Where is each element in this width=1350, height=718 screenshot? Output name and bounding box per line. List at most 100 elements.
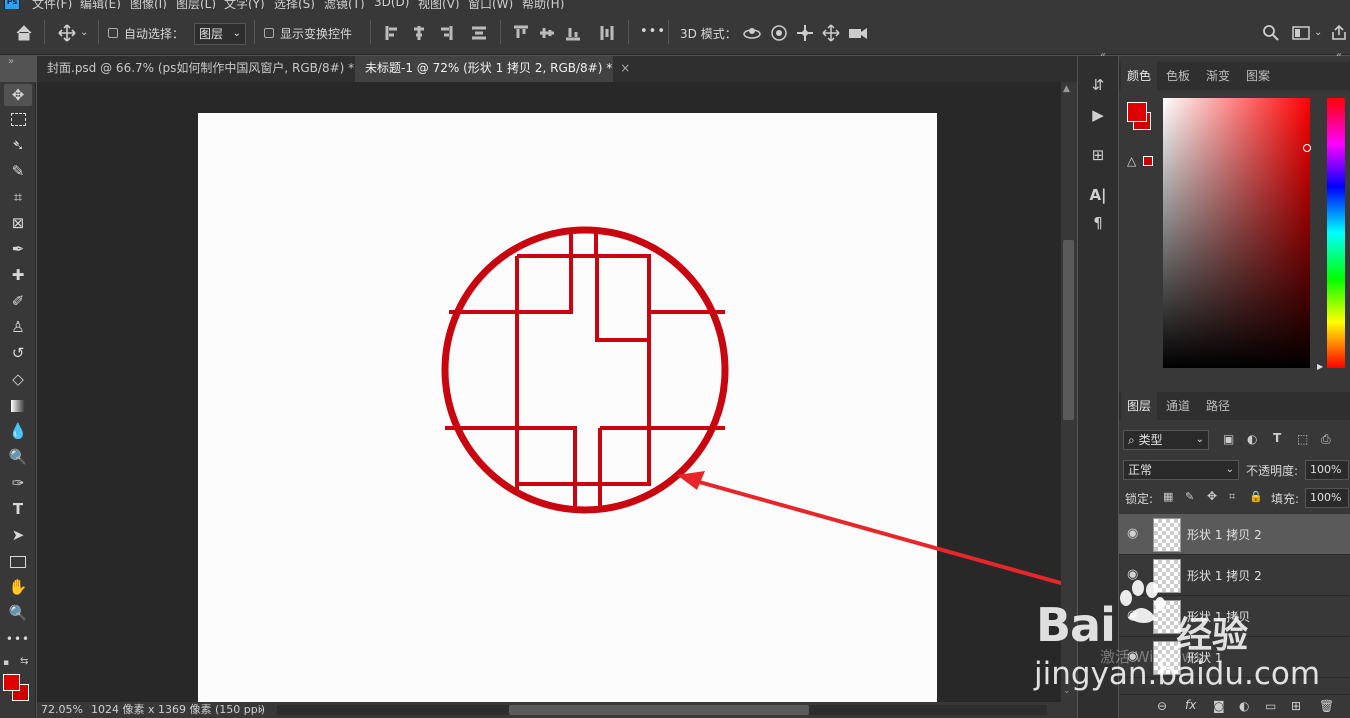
photoshop-logo[interactable]: Ps <box>4 0 20 9</box>
align-top-icon[interactable] <box>512 24 530 42</box>
frame-tool-icon[interactable]: ⊠ <box>4 212 32 234</box>
chevron-down-icon[interactable]: ⌄ <box>1314 25 1322 41</box>
canvas-area[interactable] <box>37 82 1061 702</box>
character-icon[interactable]: A| <box>1086 184 1110 206</box>
lock-position-icon[interactable]: ✥ <box>1207 489 1217 503</box>
fill-input[interactable]: 100% <box>1305 488 1349 508</box>
move-tool-icon[interactable]: ✥ <box>4 84 32 106</box>
layer-name[interactable]: 形状 1 拷贝 2 <box>1187 567 1262 584</box>
pen-tool-icon[interactable]: ✑ <box>4 472 32 494</box>
align-left-icon[interactable] <box>384 24 402 42</box>
tab-channels[interactable]: 通道 <box>1159 392 1197 420</box>
filter-type-icon[interactable]: T <box>1273 431 1281 445</box>
tab-cover-psd[interactable]: 封面.psd @ 66.7% (ps如何制作中国风窗户, RGB/8#) *× <box>37 56 372 82</box>
zoom-tool-icon[interactable]: 🔍 <box>4 602 32 624</box>
3d-camera-icon[interactable] <box>848 24 868 42</box>
filter-adjustment-icon[interactable]: ◐ <box>1247 432 1257 446</box>
tab-paths[interactable]: 路径 <box>1199 392 1237 420</box>
lasso-tool-icon[interactable]: ➴ <box>4 134 32 156</box>
tab-layers[interactable]: 图层 <box>1121 392 1157 420</box>
auto-select-dropdown[interactable]: 图层 ⌄ <box>194 23 246 45</box>
brush-tool-icon[interactable]: ✐ <box>4 290 32 312</box>
align-middle-v-icon[interactable] <box>538 24 556 42</box>
move-tool-icon[interactable] <box>58 24 76 42</box>
toolbar-collapse-icon[interactable]: » <box>8 56 14 67</box>
blend-mode-dropdown[interactable]: 正常 ⌄ <box>1123 460 1239 480</box>
menu-file[interactable]: 文件(F) <box>32 0 72 9</box>
eraser-tool-icon[interactable]: ◇ <box>4 368 32 390</box>
more-tools-icon[interactable]: ••• <box>4 628 32 650</box>
tab-color[interactable]: 颜色 <box>1121 62 1157 90</box>
menu-window[interactable]: 窗口(W) <box>468 0 513 9</box>
tab-untitled-1[interactable]: 未标题-1 @ 72% (形状 1 拷贝 2, RGB/8#) * × <box>355 56 630 82</box>
lock-all-icon[interactable]: 🔒 <box>1249 490 1263 503</box>
zoom-level[interactable]: 72.05% <box>41 702 83 718</box>
color-picker-cursor[interactable] <box>1303 144 1311 152</box>
mask-icon[interactable]: ◙ <box>1213 699 1225 713</box>
show-transform-checkbox[interactable] <box>264 28 274 38</box>
menu-filter[interactable]: 滤镜(T) <box>324 0 365 9</box>
filter-pixel-icon[interactable]: ▣ <box>1223 432 1234 446</box>
filter-smart-object-icon[interactable]: ⎙ <box>1321 432 1331 447</box>
tab-gradients[interactable]: 渐变 <box>1199 62 1237 90</box>
more-options-icon[interactable]: ••• <box>640 24 666 39</box>
align-right-icon[interactable] <box>436 24 454 42</box>
search-icon[interactable] <box>1262 24 1280 42</box>
dodge-tool-icon[interactable]: 🔍 <box>4 446 32 468</box>
3d-pan-icon[interactable] <box>796 24 814 42</box>
healing-brush-icon[interactable]: ✚ <box>4 264 32 286</box>
history-brush-icon[interactable]: ↺ <box>4 342 32 364</box>
clone-stamp-icon[interactable]: ♙ <box>4 316 32 338</box>
vertical-scroll-thumb[interactable] <box>1063 240 1074 420</box>
status-menu-arrow[interactable]: › <box>259 702 263 718</box>
3d-orbit-icon[interactable] <box>742 24 762 42</box>
layer-row[interactable]: ◉ 形状 1 拷贝 2 <box>1119 514 1350 555</box>
menu-select[interactable]: 选择(S) <box>274 0 315 9</box>
home-icon[interactable] <box>14 23 34 43</box>
play-actions-icon[interactable]: ▶ <box>1086 104 1110 126</box>
folder-icon[interactable]: ▭ <box>1265 699 1276 713</box>
3d-roll-icon[interactable] <box>770 24 788 42</box>
eyedropper-tool-icon[interactable]: ✒ <box>4 238 32 260</box>
new-layer-icon[interactable]: ⊞ <box>1291 699 1301 713</box>
properties-icon[interactable]: ⊞ <box>1086 144 1110 166</box>
foreground-color-swatch[interactable] <box>1127 102 1147 122</box>
rectangle-tool-icon[interactable] <box>4 550 32 572</box>
lock-transparent-icon[interactable]: ▦ <box>1163 490 1173 503</box>
crop-tool-icon[interactable]: ⌗ <box>4 186 32 208</box>
lock-image-icon[interactable]: ✎ <box>1185 490 1194 503</box>
close-icon[interactable]: × <box>620 61 630 75</box>
workspace-icon[interactable] <box>1292 24 1310 42</box>
link-icon[interactable]: ⊖ <box>1157 699 1167 713</box>
history-icon[interactable]: ⇵ <box>1086 74 1110 96</box>
scroll-up-icon[interactable]: ▲ <box>1063 84 1070 94</box>
align-bottom-icon[interactable] <box>564 24 582 42</box>
opacity-input[interactable]: 100% <box>1305 460 1349 480</box>
blur-tool-icon[interactable]: 💧 <box>4 420 32 442</box>
hue-slider-handle[interactable]: ▶ <box>1317 362 1323 371</box>
gradient-tool-icon[interactable] <box>4 394 32 416</box>
filter-shape-icon[interactable]: ⬚ <box>1297 432 1308 446</box>
hue-slider[interactable] <box>1327 98 1345 368</box>
trash-icon[interactable]: 🗑 <box>1319 699 1334 713</box>
distribute-vertical-icon[interactable] <box>598 24 616 42</box>
type-tool-icon[interactable]: T <box>4 498 32 520</box>
chevron-down-icon[interactable]: ⌄ <box>80 25 88 41</box>
menu-view[interactable]: 视图(V) <box>418 0 460 9</box>
menu-type[interactable]: 文字(Y) <box>224 0 265 9</box>
tab-patterns[interactable]: 图案 <box>1239 62 1277 90</box>
lock-artboard-icon[interactable]: ⌗ <box>1229 490 1235 504</box>
marquee-tool-icon[interactable] <box>4 108 32 130</box>
foreground-color-swatch[interactable] <box>3 674 20 691</box>
quick-select-tool-icon[interactable]: ✎ <box>4 160 32 182</box>
hand-tool-icon[interactable]: ✋ <box>4 576 32 598</box>
color-picker-field[interactable] <box>1163 98 1310 368</box>
adjustment-icon[interactable]: ◐ <box>1239 699 1249 713</box>
fx-icon[interactable]: fx <box>1185 698 1196 712</box>
paragraph-icon[interactable]: ¶ <box>1086 212 1110 234</box>
window-lattice-artwork[interactable] <box>37 82 1061 702</box>
path-select-icon[interactable]: ➤ <box>4 524 32 546</box>
align-center-h-icon[interactable] <box>410 24 428 42</box>
layer-filter-dropdown[interactable]: ⌕ 类型 ⌄ <box>1123 430 1209 450</box>
menu-3d[interactable]: 3D(D) <box>374 0 409 9</box>
